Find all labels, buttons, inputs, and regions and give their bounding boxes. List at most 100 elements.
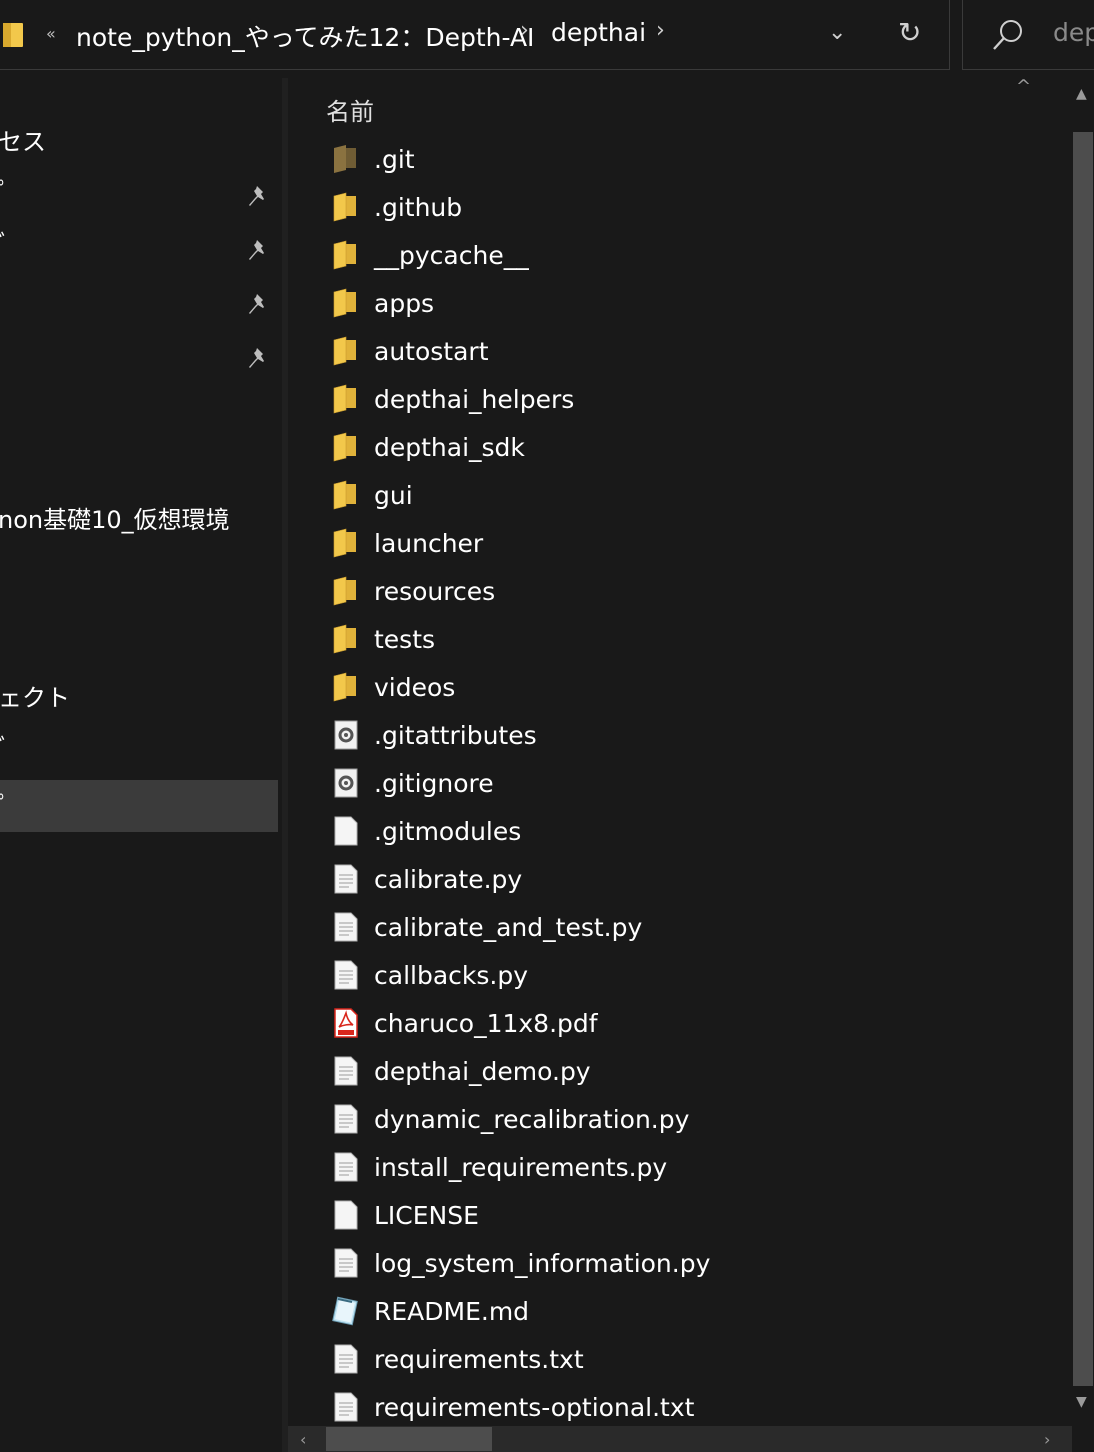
navigation-pane: セスﾟﾞ non基礎10_仮想環境 ェクトﾞﾟ (0, 78, 282, 1452)
nav-item-label: ﾟ (0, 178, 10, 206)
file-name: log_system_information.py (374, 1249, 711, 1278)
nav-item[interactable]: ﾟ (0, 780, 278, 832)
column-header-name[interactable]: 名前 (326, 92, 374, 127)
pin-icon[interactable] (248, 346, 272, 370)
file-row[interactable]: .gitattributes (328, 712, 1048, 760)
file-name: __pycache__ (374, 241, 529, 270)
vertical-scrollbar[interactable]: ▲ ▼ (1072, 78, 1094, 1426)
nav-item[interactable]: ェクト (0, 672, 278, 724)
folder-icon (333, 432, 356, 462)
file-name: charuco_11x8.pdf (374, 1009, 598, 1038)
nav-item-label: ﾞ (0, 230, 10, 258)
nav-item[interactable]: ﾟ (0, 166, 278, 218)
file-row[interactable]: LICENSE (328, 1192, 1048, 1240)
file-name: callbacks.py (374, 961, 529, 990)
search-input[interactable]: dep (1053, 18, 1094, 47)
text-file-icon (334, 1152, 358, 1182)
settings-file-icon (334, 768, 358, 798)
file-row[interactable]: autostart (328, 328, 1048, 376)
file-row[interactable]: launcher (328, 520, 1048, 568)
file-row[interactable]: install_requirements.py (328, 1144, 1048, 1192)
text-file-icon (334, 1344, 358, 1374)
file-name: requirements.txt (374, 1345, 584, 1374)
text-file-icon (334, 1392, 358, 1422)
chevron-down-icon[interactable]: ⌄ (828, 20, 846, 45)
folder-icon (333, 336, 356, 366)
text-file-icon (334, 1248, 358, 1278)
file-name: calibrate_and_test.py (374, 913, 643, 942)
breadcrumb-item[interactable]: note_python_やってみた12：Depth-AI (76, 18, 534, 54)
file-row[interactable]: depthai_demo.py (328, 1048, 1048, 1096)
file-name: tests (374, 625, 436, 654)
file-row[interactable]: requirements-optional.txt (328, 1384, 1048, 1426)
folder-icon (333, 288, 356, 318)
folder-icon (333, 384, 356, 414)
breadcrumb-overflow[interactable]: « (46, 24, 56, 43)
file-name: launcher (374, 529, 484, 558)
file-row[interactable]: resources (328, 568, 1048, 616)
file-row[interactable]: tests (328, 616, 1048, 664)
file-row[interactable]: .gitignore (328, 760, 1048, 808)
scroll-down-icon[interactable]: ▼ (1076, 1394, 1087, 1410)
nav-item[interactable] (0, 330, 278, 382)
file-name: gui (374, 481, 413, 510)
file-row[interactable]: __pycache__ (328, 232, 1048, 280)
file-name: .gitmodules (374, 817, 522, 846)
file-name: calibrate.py (374, 865, 523, 894)
file-row[interactable]: apps (328, 280, 1048, 328)
refresh-icon[interactable]: ↻ (898, 16, 921, 49)
nav-item[interactable]: ﾞ (0, 722, 278, 774)
file-name: resources (374, 577, 496, 606)
file-name: install_requirements.py (374, 1153, 668, 1182)
folder-icon (333, 528, 356, 558)
chevron-right-icon[interactable]: › (656, 18, 665, 43)
horizontal-scroll-thumb[interactable] (326, 1427, 492, 1451)
file-name: .gitignore (374, 769, 494, 798)
file-name: README.md (374, 1297, 530, 1326)
pin-icon[interactable] (248, 292, 272, 316)
nav-item[interactable] (0, 276, 278, 328)
vertical-scroll-thumb[interactable] (1073, 132, 1093, 1386)
file-row[interactable]: .github (328, 184, 1048, 232)
scroll-right-icon[interactable]: › (1044, 1430, 1050, 1449)
search-box[interactable]: dep (962, 0, 1094, 70)
file-name: autostart (374, 337, 489, 366)
file-row[interactable]: requirements.txt (328, 1336, 1048, 1384)
nav-item-label: ェクト (0, 684, 70, 712)
file-row[interactable]: .git (328, 136, 1048, 184)
file-row[interactable]: calibrate_and_test.py (328, 904, 1048, 952)
blank-file-icon (334, 1200, 358, 1230)
pin-icon[interactable] (248, 238, 272, 262)
file-name: .github (374, 193, 463, 222)
file-row[interactable]: depthai_helpers (328, 376, 1048, 424)
file-row[interactable]: gui (328, 472, 1048, 520)
nav-item-label: セス (0, 128, 46, 156)
file-row[interactable]: videos (328, 664, 1048, 712)
scroll-left-icon[interactable]: ‹ (300, 1430, 306, 1449)
file-name: .git (374, 145, 415, 174)
horizontal-scrollbar[interactable]: ‹ › (288, 1426, 1072, 1452)
nav-item[interactable]: ﾞ (0, 218, 278, 270)
scroll-up-icon[interactable]: ▲ (1076, 86, 1087, 102)
nav-item[interactable]: セス (0, 116, 278, 168)
address-bar[interactable]: « note_python_やってみた12：Depth-AI › depthai… (0, 0, 950, 70)
file-row[interactable]: dynamic_recalibration.py (328, 1096, 1048, 1144)
file-row[interactable]: .gitmodules (328, 808, 1048, 856)
nav-item[interactable]: non基礎10_仮想環境 (0, 494, 278, 546)
settings-file-icon (334, 720, 358, 750)
file-row[interactable]: callbacks.py (328, 952, 1048, 1000)
file-name: depthai_helpers (374, 385, 575, 414)
file-row[interactable]: calibrate.py (328, 856, 1048, 904)
file-row[interactable]: README.md (328, 1288, 1048, 1336)
nav-item-label: ﾟ (0, 792, 10, 820)
pin-icon[interactable] (248, 184, 272, 208)
pdf-file-icon (334, 1008, 358, 1038)
folder-icon (333, 672, 356, 702)
text-file-icon (334, 1056, 358, 1086)
chevron-right-icon[interactable]: › (520, 18, 529, 43)
file-row[interactable]: log_system_information.py (328, 1240, 1048, 1288)
search-icon (993, 20, 1022, 50)
file-row[interactable]: depthai_sdk (328, 424, 1048, 472)
file-row[interactable]: charuco_11x8.pdf (328, 1000, 1048, 1048)
breadcrumb-item[interactable]: depthai (551, 18, 646, 47)
